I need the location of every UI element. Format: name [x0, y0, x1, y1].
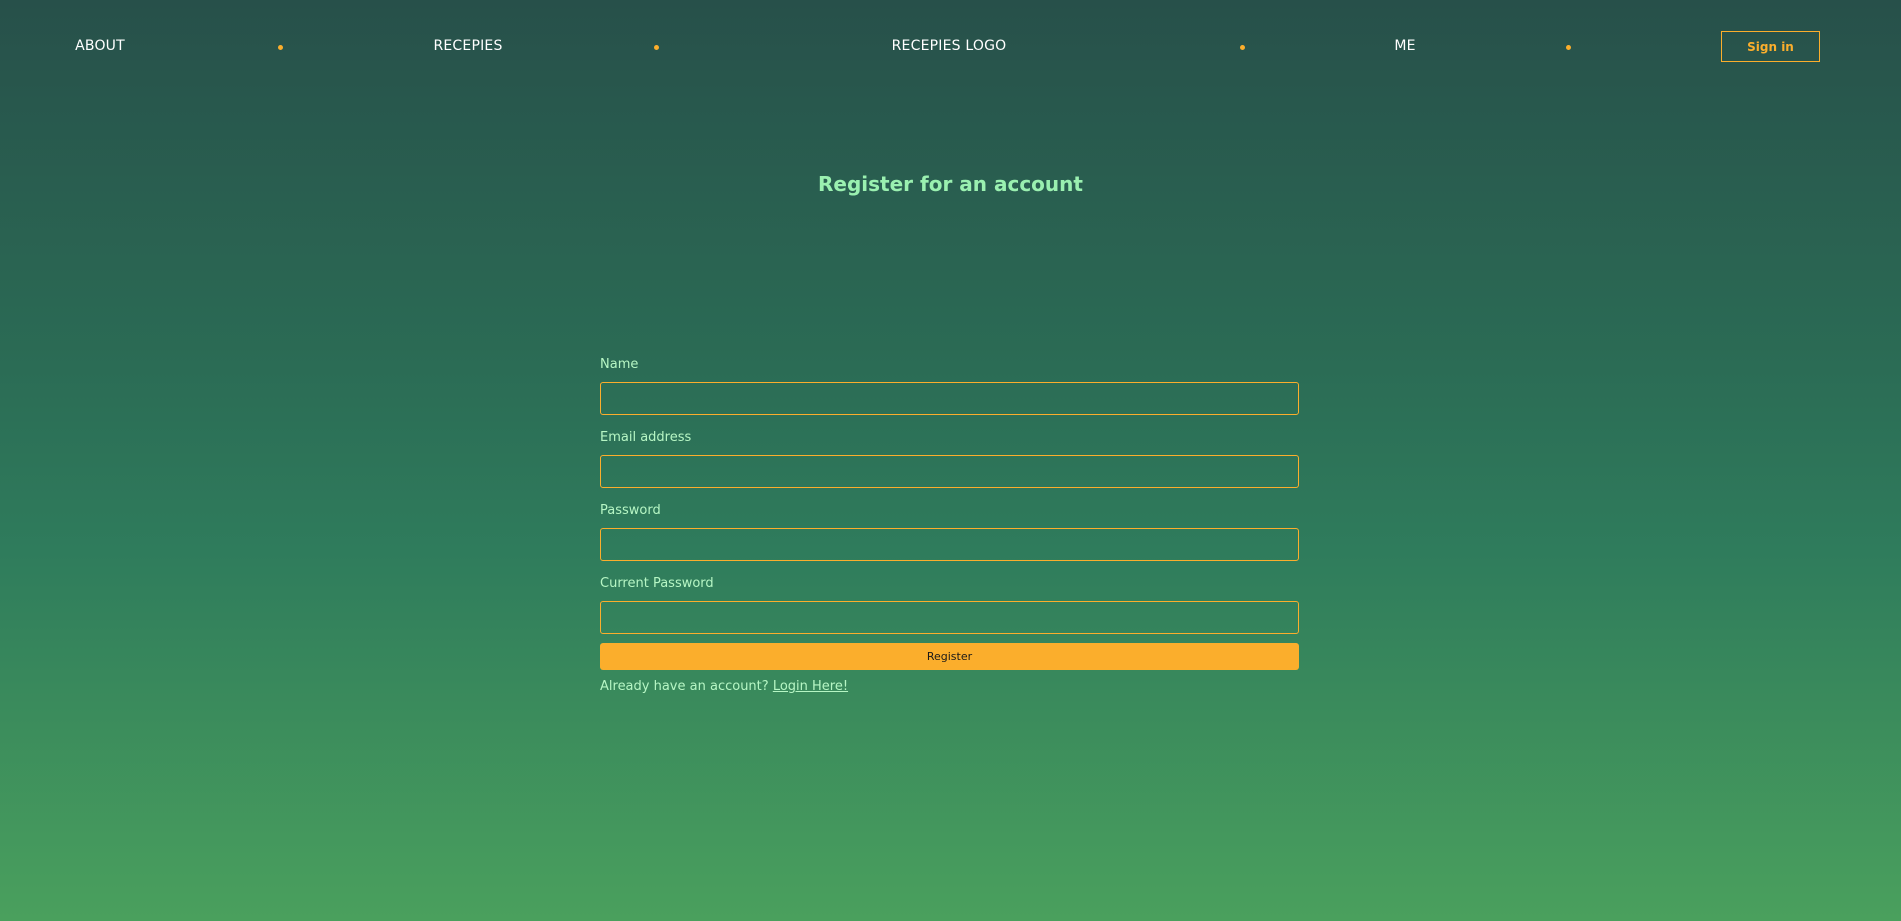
- top-nav: ABOUT RECEPIES RECEPIES LOGO ME Sign in: [0, 0, 1901, 94]
- login-link[interactable]: Login Here!: [773, 679, 848, 694]
- nav-logo[interactable]: RECEPIES LOGO: [892, 38, 1007, 54]
- name-label: Name: [600, 357, 639, 372]
- sign-in-button[interactable]: Sign in: [1721, 31, 1820, 62]
- name-input[interactable]: [600, 382, 1299, 415]
- page-title: Register for an account: [818, 172, 1083, 196]
- nav-separator-dot: [1566, 45, 1571, 50]
- password-input[interactable]: [600, 528, 1299, 561]
- email-label: Email address: [600, 430, 692, 445]
- current-password-label: Current Password: [600, 576, 714, 591]
- register-form: Name Email address Password Current Pass…: [600, 356, 1299, 694]
- nav-separator-dot: [278, 45, 283, 50]
- nav-recepies-link[interactable]: RECEPIES: [433, 38, 502, 54]
- email-input[interactable]: [600, 455, 1299, 488]
- login-prompt-line: Already have an account? Login Here!: [600, 679, 1299, 694]
- password-label: Password: [600, 503, 661, 518]
- nav-separator-dot: [1240, 45, 1245, 50]
- login-prompt-text: Already have an account?: [600, 679, 769, 694]
- current-password-input[interactable]: [600, 601, 1299, 634]
- nav-me-link[interactable]: ME: [1394, 38, 1415, 54]
- nav-separator-dot: [654, 45, 659, 50]
- nav-about-link[interactable]: ABOUT: [75, 38, 125, 54]
- register-button[interactable]: Register: [600, 643, 1299, 670]
